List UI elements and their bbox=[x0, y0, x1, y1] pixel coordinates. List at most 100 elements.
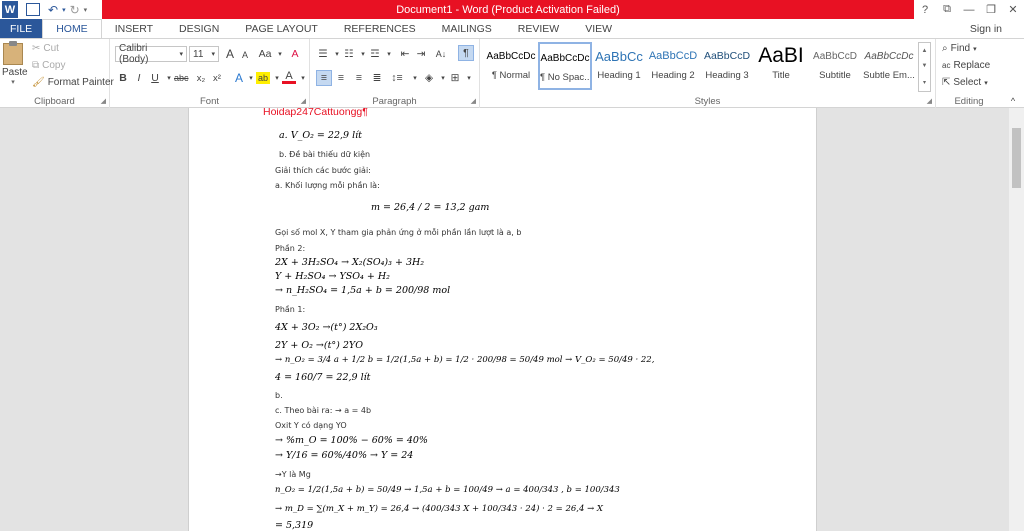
styles-more-icon[interactable]: ▾ bbox=[923, 79, 926, 86]
shading-icon[interactable]: ◈ bbox=[422, 70, 436, 86]
justify-icon[interactable]: ≣ bbox=[370, 70, 384, 86]
style-heading-1[interactable]: AaBbCc Heading 1 bbox=[592, 42, 646, 90]
font-color-dropdown-icon[interactable]: ▾ bbox=[296, 70, 310, 86]
doc-line-14: → n_O₂ = 3/4 a + 1/2 b = 1/2(1,5a + b) =… bbox=[275, 355, 655, 365]
document-page[interactable]: Hoidap247Cattuongg¶ a. V_O₂ = 22,9 lít b… bbox=[188, 108, 817, 531]
doc-line-7: Phần 2: bbox=[275, 244, 306, 253]
style-subtle-emphasis[interactable]: AaBbCcDc Subtle Em... bbox=[862, 42, 916, 90]
replace-button[interactable]: ac Replace bbox=[942, 60, 990, 71]
borders-dropdown-icon[interactable]: ▾ bbox=[462, 70, 476, 86]
minimize-icon[interactable]: — bbox=[958, 0, 980, 19]
styles-group-label: Styles bbox=[694, 96, 721, 107]
font-size-value: 11 bbox=[193, 48, 204, 60]
doc-line-6: Gọi số mol X, Y tham gia phản ứng ở mỗi … bbox=[275, 228, 522, 237]
document-heading: Hoidap247Cattuongg¶ bbox=[263, 108, 368, 118]
align-left-icon[interactable]: ≡ bbox=[316, 70, 332, 86]
clipboard-launcher-icon[interactable]: ◢ bbox=[101, 97, 106, 105]
copy-button[interactable]: ⧉ Copy bbox=[32, 60, 66, 71]
font-launcher-icon[interactable]: ◢ bbox=[301, 97, 306, 105]
line-spacing-icon[interactable]: ↕≡ bbox=[390, 70, 404, 86]
select-button[interactable]: ⇱ Select ▾ bbox=[942, 77, 988, 88]
style-heading-3[interactable]: AaBbCcD Heading 3 bbox=[700, 42, 754, 90]
tab-references[interactable]: REFERENCES bbox=[331, 19, 429, 38]
redo-icon[interactable]: ↻ bbox=[70, 1, 80, 18]
superscript-button[interactable]: x² bbox=[210, 70, 224, 86]
sign-in-link[interactable]: Sign in bbox=[970, 19, 1002, 38]
italic-button[interactable]: I bbox=[132, 70, 146, 86]
find-button[interactable]: ⌕ Find ▾ bbox=[942, 43, 977, 54]
style-heading-2[interactable]: AaBbCcD Heading 2 bbox=[646, 42, 700, 90]
multilevel-dropdown-icon[interactable]: ▾ bbox=[382, 46, 396, 62]
style-title[interactable]: AaBI Title bbox=[754, 42, 808, 90]
paste-dropdown-icon[interactable]: ▾ bbox=[2, 78, 24, 86]
align-right-icon[interactable]: ≡ bbox=[352, 70, 366, 86]
decrease-indent-icon[interactable]: ⇤ bbox=[398, 46, 412, 62]
show-hide-formatting-button[interactable]: ¶ bbox=[458, 45, 474, 61]
font-color-button[interactable]: A bbox=[282, 70, 296, 84]
styles-scroll-down-icon[interactable]: ▼ bbox=[922, 63, 928, 69]
style-no-spacing[interactable]: AaBbCcDc ¶ No Spac... bbox=[538, 42, 592, 90]
undo-icon[interactable]: ↶ bbox=[48, 1, 58, 18]
ribbon-display-options-icon[interactable]: ⧉ bbox=[936, 0, 958, 19]
tab-view[interactable]: VIEW bbox=[572, 19, 625, 38]
tab-insert[interactable]: INSERT bbox=[102, 19, 166, 38]
align-center-icon[interactable]: ≡ bbox=[334, 70, 348, 86]
doc-line-5: m = 26,4 / 2 = 13,2 gam bbox=[371, 202, 490, 213]
find-label: Find bbox=[950, 43, 971, 54]
sort-icon[interactable]: A↓ bbox=[434, 46, 448, 62]
strikethrough-button[interactable]: abc bbox=[174, 70, 189, 86]
grow-font-button[interactable]: A bbox=[223, 46, 237, 62]
customize-qat-icon[interactable]: ▾ bbox=[84, 1, 88, 18]
change-case-button[interactable]: Aa bbox=[258, 46, 272, 62]
change-case-dropdown-icon[interactable]: ▾ bbox=[273, 46, 287, 62]
style-subtle-emphasis-name: Subtle Em... bbox=[863, 70, 915, 81]
tab-review[interactable]: REVIEW bbox=[505, 19, 572, 38]
styles-launcher-icon[interactable]: ◢ bbox=[927, 97, 932, 105]
doc-line-15: 4 = 160/7 = 22,9 lít bbox=[275, 372, 371, 383]
tab-mailings[interactable]: MAILINGS bbox=[429, 19, 505, 38]
doc-line-13: 2Y + O₂ →(t°) 2YO bbox=[275, 340, 363, 351]
doc-line-9: Y + H₂SO₄ → YSO₄ + H₂ bbox=[275, 271, 390, 282]
restore-icon[interactable]: ❐ bbox=[980, 0, 1002, 19]
underline-button[interactable]: U bbox=[148, 70, 162, 86]
doc-line-11: Phần 1: bbox=[275, 305, 306, 314]
font-group-label: Font bbox=[199, 96, 219, 107]
format-painter-button[interactable]: 🖌 Format Painter bbox=[32, 77, 114, 88]
multilevel-list-icon[interactable]: ☲ bbox=[368, 46, 382, 62]
doc-line-24: = 5,319 bbox=[275, 520, 314, 531]
increase-indent-icon[interactable]: ⇥ bbox=[414, 46, 428, 62]
bullets-icon[interactable]: ☰ bbox=[316, 46, 330, 62]
font-size-select[interactable]: 11 ▾ bbox=[189, 46, 219, 62]
cut-label: Cut bbox=[43, 43, 59, 54]
tab-design[interactable]: DESIGN bbox=[166, 19, 232, 38]
word-logo-icon[interactable]: W bbox=[2, 1, 18, 18]
scrollbar-thumb[interactable] bbox=[1012, 128, 1021, 188]
window-controls: ? ⧉ — ❐ ✕ bbox=[914, 0, 1024, 19]
line-spacing-dropdown-icon[interactable]: ▾ bbox=[408, 70, 422, 86]
style-normal[interactable]: AaBbCcDc ¶ Normal bbox=[484, 42, 538, 90]
paintbrush-icon: 🖌 bbox=[32, 77, 45, 88]
tab-file[interactable]: FILE bbox=[0, 19, 43, 38]
vertical-scrollbar[interactable] bbox=[1009, 108, 1024, 531]
close-icon[interactable]: ✕ bbox=[1002, 0, 1024, 19]
help-icon[interactable]: ? bbox=[914, 0, 936, 19]
styles-scroll-up-icon[interactable]: ▲ bbox=[922, 48, 928, 54]
format-painter-label: Format Painter bbox=[47, 77, 114, 88]
tab-home[interactable]: HOME bbox=[42, 19, 102, 39]
collapse-ribbon-icon[interactable]: ^ bbox=[1006, 93, 1020, 109]
undo-dropdown-icon[interactable]: ▾ bbox=[62, 1, 66, 18]
paragraph-launcher-icon[interactable]: ◢ bbox=[471, 97, 476, 105]
subscript-button[interactable]: x₂ bbox=[194, 70, 208, 86]
highlight-button[interactable]: ab bbox=[256, 72, 270, 84]
font-name-select[interactable]: Calibri (Body) ▾ bbox=[115, 43, 187, 65]
paste-button[interactable]: Paste ▾ bbox=[2, 41, 28, 86]
save-icon[interactable] bbox=[26, 3, 40, 16]
style-subtitle[interactable]: AaBbCcD Subtitle bbox=[808, 42, 862, 90]
bold-button[interactable]: B bbox=[116, 70, 130, 86]
tab-page-layout[interactable]: PAGE LAYOUT bbox=[232, 19, 331, 38]
shrink-font-button[interactable]: A bbox=[238, 47, 252, 63]
borders-icon[interactable]: ⊞ bbox=[448, 70, 462, 86]
clear-formatting-button[interactable]: A bbox=[288, 46, 302, 62]
cut-button[interactable]: ✂ Cut bbox=[32, 43, 59, 54]
numbering-icon[interactable]: ☷ bbox=[342, 46, 356, 62]
